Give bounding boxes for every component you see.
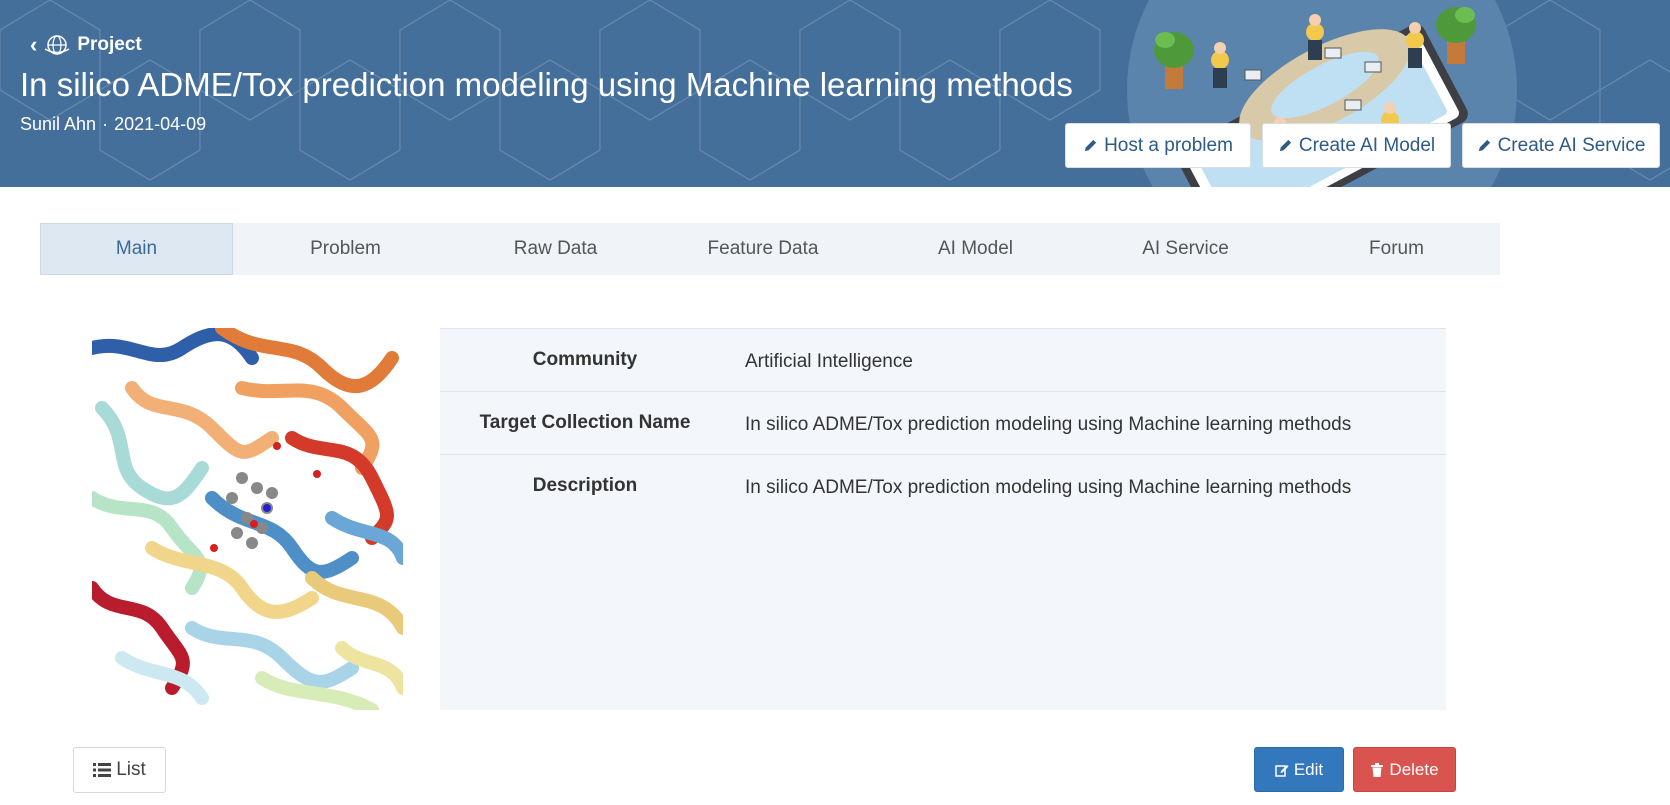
edit-button[interactable]: Edit (1254, 747, 1344, 792)
create-ai-service-button[interactable]: Create AI Service (1462, 123, 1660, 168)
host-problem-label: Host a problem (1104, 134, 1233, 156)
tab-feature-data[interactable]: Feature Data (653, 223, 873, 275)
delete-button[interactable]: Delete (1353, 747, 1456, 792)
pencil-icon (1084, 139, 1097, 152)
target-collection-value: In silico ADME/Tox prediction modeling u… (745, 414, 1352, 435)
header-banner: ‹ Project In silico ADME/Tox prediction … (0, 0, 1670, 187)
community-label: Community (532, 349, 638, 370)
create-ai-model-label: Create AI Model (1298, 134, 1436, 156)
list-icon (93, 763, 112, 777)
list-label: List (116, 759, 146, 780)
info-row-target: Target Collection Name In silico ADME/To… (440, 392, 1446, 455)
back-link-label: Project (77, 34, 142, 55)
project-meta: Sunil Ahn · 2021-04-09 (20, 114, 206, 135)
description-value: In silico ADME/Tox prediction modeling u… (745, 477, 1352, 498)
project-info-table: Community Artificial Intelligence Target… (440, 328, 1446, 710)
author-name: Sunil Ahn (20, 114, 97, 134)
description-label: Description (532, 475, 638, 496)
pencil-icon (1279, 139, 1291, 152)
info-row-community: Community Artificial Intelligence (440, 329, 1446, 392)
info-row-description: Description In silico ADME/Tox predictio… (440, 455, 1446, 773)
host-problem-button[interactable]: Host a problem (1065, 123, 1251, 168)
project-date: 2021-04-09 (114, 114, 207, 134)
protein-structure-image (92, 328, 403, 710)
meta-separator: · (102, 114, 109, 134)
tab-main[interactable]: Main (40, 223, 233, 275)
tab-ai-service[interactable]: AI Service (1078, 223, 1293, 275)
back-to-project-link[interactable]: ‹ Project (30, 34, 142, 56)
trash-icon (1371, 762, 1384, 777)
page-title: In silico ADME/Tox prediction modeling u… (20, 66, 1073, 103)
chevron-left-icon: ‹ (30, 32, 38, 57)
tab-raw-data[interactable]: Raw Data (458, 223, 653, 275)
delete-label: Delete (1389, 759, 1439, 779)
globe-icon (44, 35, 70, 55)
tab-ai-model[interactable]: AI Model (873, 223, 1078, 275)
edit-label: Edit (1293, 759, 1324, 779)
list-button[interactable]: List (73, 747, 166, 793)
edit-icon (1275, 764, 1289, 777)
create-ai-model-button[interactable]: Create AI Model (1262, 123, 1451, 168)
tab-forum[interactable]: Forum (1293, 223, 1500, 275)
community-value: Artificial Intelligence (745, 351, 913, 372)
target-collection-label: Target Collection Name (479, 412, 691, 433)
tab-problem[interactable]: Problem (233, 223, 458, 275)
pencil-icon (1478, 139, 1490, 152)
create-ai-service-label: Create AI Service (1497, 134, 1646, 156)
project-tabs: Main Problem Raw Data Feature Data AI Mo… (40, 223, 1500, 275)
